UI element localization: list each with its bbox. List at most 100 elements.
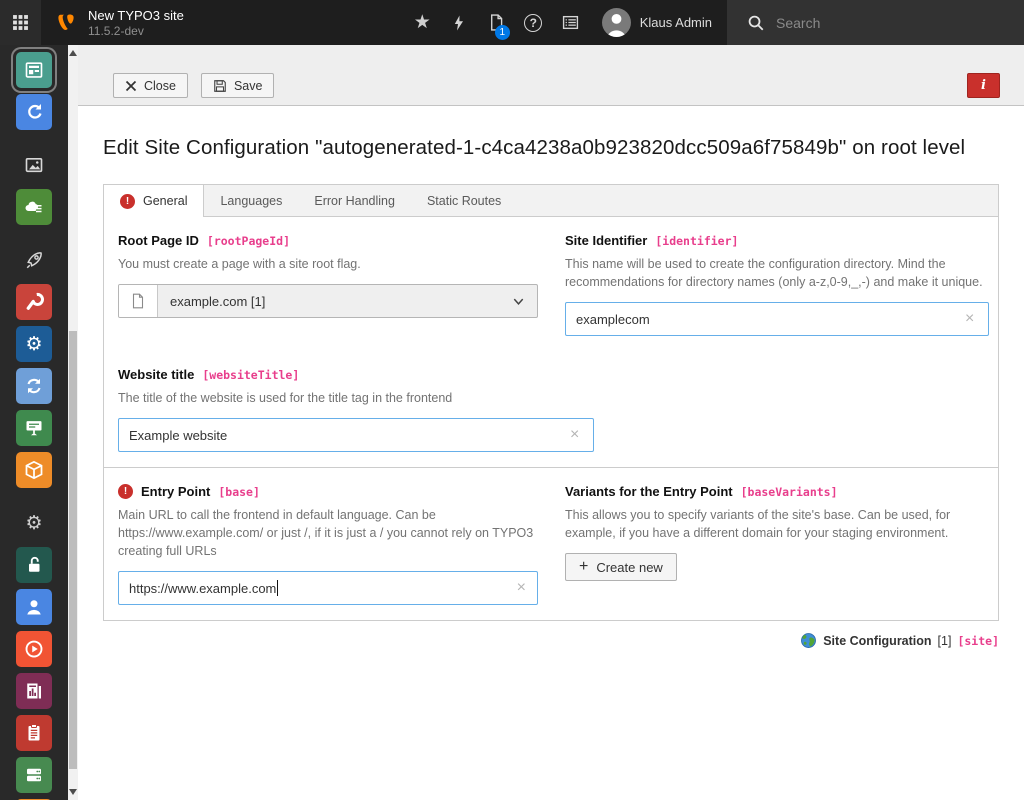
save-icon xyxy=(213,79,227,93)
list-icon xyxy=(562,14,579,31)
record-information: Site Configuration [1] [site] xyxy=(103,632,999,649)
info-icon: i xyxy=(981,78,986,93)
website-title-group: Website title [websiteTitle] The title o… xyxy=(104,351,998,467)
sidebar-item-redo[interactable] xyxy=(16,94,52,130)
rocket-icon xyxy=(24,250,44,270)
user-name: Klaus Admin xyxy=(640,15,712,30)
tab-languages-label: Languages xyxy=(220,194,282,208)
sidebar-item-monitor[interactable] xyxy=(16,410,52,446)
search-placeholder: Search xyxy=(776,15,820,31)
create-new-label: Create new xyxy=(596,560,662,575)
entry-point-value: https://www.example.com xyxy=(129,581,276,596)
entry-point-label-text: Entry Point xyxy=(141,484,210,499)
bolt-icon xyxy=(451,15,467,31)
base-variants-label: Variants for the Entry Point [baseVarian… xyxy=(565,484,984,499)
scrollbar-thumb[interactable] xyxy=(69,331,77,769)
topbar: New TYPO3 site 11.5.2-dev ★ 1 ? xyxy=(0,0,1024,45)
notification-badge: 1 xyxy=(495,25,510,40)
site-identifier-label-text: Site Identifier xyxy=(565,233,647,248)
system-information-button[interactable] xyxy=(552,0,589,45)
report-icon xyxy=(24,681,44,701)
clear-icon[interactable]: × xyxy=(965,311,974,327)
record-table: [site] xyxy=(957,634,999,648)
general-panel-2: ! Entry Point [base] Main URL to call th… xyxy=(104,467,998,620)
scrollbar-up-arrow[interactable] xyxy=(69,50,77,56)
main-area: Close Save i Edit Site Configuration "au… xyxy=(78,45,1024,800)
sidebar-item-user[interactable] xyxy=(16,589,52,625)
cube-icon xyxy=(24,460,44,480)
clipboard-icon xyxy=(24,723,44,743)
clear-icon[interactable]: × xyxy=(570,427,579,443)
tab-error-icon: ! xyxy=(120,194,135,209)
sidebar-item-cloud[interactable] xyxy=(16,189,52,225)
root-page-id-code: [rootPageId] xyxy=(207,234,290,248)
user-icon xyxy=(24,597,44,617)
save-button[interactable]: Save xyxy=(201,73,275,98)
sidebar-item-wrench[interactable] xyxy=(16,284,52,320)
docheader-buttons: Close Save xyxy=(113,73,274,98)
tab-languages[interactable]: Languages xyxy=(204,185,298,216)
database-icon xyxy=(24,765,44,785)
tab-strip: ! General Languages Error Handling Stati… xyxy=(104,185,998,217)
close-button[interactable]: Close xyxy=(113,73,188,98)
root-page-id-label: Root Page ID [rootPageId] xyxy=(118,233,537,248)
base-variants-label-text: Variants for the Entry Point xyxy=(565,484,733,499)
tab-general[interactable]: ! General xyxy=(104,185,204,217)
tab-static-routes-label: Static Routes xyxy=(427,194,501,208)
help-button[interactable]: ? xyxy=(515,0,552,45)
record-uid: [1] xyxy=(938,634,952,648)
opened-documents-button[interactable]: 1 xyxy=(478,0,515,45)
app-shell: ⚙ xyxy=(0,45,1024,800)
sidebar-item-play[interactable] xyxy=(16,631,52,667)
clear-icon[interactable]: × xyxy=(517,580,526,596)
site-identifier-group: Site Identifier [identifier] This name w… xyxy=(551,217,998,351)
bookmarks-button[interactable]: ★ xyxy=(404,0,441,45)
sidebar-item-cube[interactable] xyxy=(16,452,52,488)
sidebar-item-lock[interactable] xyxy=(16,547,52,583)
brand-version: 11.5.2-dev xyxy=(88,24,184,38)
sidebar-item-image[interactable] xyxy=(16,147,52,183)
sidebar-item-database[interactable] xyxy=(16,757,52,793)
sidebar-item-sync[interactable] xyxy=(16,368,52,404)
form-tabs-container: ! General Languages Error Handling Stati… xyxy=(103,184,999,621)
site-identifier-label: Site Identifier [identifier] xyxy=(565,233,984,248)
tab-error-handling-label: Error Handling xyxy=(314,194,395,208)
site-identifier-input[interactable] xyxy=(565,302,989,336)
base-variants-code: [baseVariants] xyxy=(741,485,838,499)
general-panel-1: Root Page ID [rootPageId] You must creat… xyxy=(104,217,998,467)
root-page-id-value: example.com [1] xyxy=(158,285,499,317)
website-title-input[interactable] xyxy=(118,418,594,452)
topbar-search[interactable]: Search xyxy=(727,0,1024,45)
root-page-id-select[interactable]: example.com [1] xyxy=(118,284,538,318)
scrollbar-down-arrow[interactable] xyxy=(69,789,77,795)
brand-title: New TYPO3 site xyxy=(88,8,184,24)
entry-point-group: ! Entry Point [base] Main URL to call th… xyxy=(104,468,551,620)
cloud-list-icon xyxy=(24,197,44,217)
entry-point-code: [base] xyxy=(218,485,260,499)
tab-static-routes[interactable]: Static Routes xyxy=(411,185,517,216)
apps-grid-icon xyxy=(12,14,29,31)
root-page-id-group: Root Page ID [rootPageId] You must creat… xyxy=(104,217,551,351)
clear-cache-button[interactable] xyxy=(441,0,478,45)
entry-point-input[interactable]: https://www.example.com × xyxy=(118,571,538,605)
website-title-label: Website title [websiteTitle] xyxy=(118,367,984,382)
tab-error-handling[interactable]: Error Handling xyxy=(298,185,411,216)
site-brand[interactable]: New TYPO3 site 11.5.2-dev xyxy=(41,0,184,45)
save-label: Save xyxy=(234,79,263,93)
sidebar-item-rocket[interactable] xyxy=(16,242,52,278)
sidebar-scrollbar[interactable] xyxy=(68,45,78,800)
sidebar-item-report[interactable] xyxy=(16,673,52,709)
sidebar-item-clipboard[interactable] xyxy=(16,715,52,751)
info-button[interactable]: i xyxy=(967,73,1000,98)
base-variants-group: Variants for the Entry Point [baseVarian… xyxy=(551,468,998,620)
text-caret xyxy=(277,580,278,596)
close-icon xyxy=(125,80,137,92)
layout-icon xyxy=(24,60,44,80)
module-menu-toggle[interactable] xyxy=(0,0,41,45)
sidebar-item-gear-outline[interactable]: ⚙ xyxy=(16,505,52,541)
create-new-button[interactable]: + Create new xyxy=(565,553,677,581)
user-menu[interactable]: Klaus Admin xyxy=(589,0,727,45)
entry-point-error-icon: ! xyxy=(118,484,133,499)
sidebar-item-layout[interactable] xyxy=(16,52,52,88)
sidebar-item-gear[interactable]: ⚙ xyxy=(16,326,52,362)
